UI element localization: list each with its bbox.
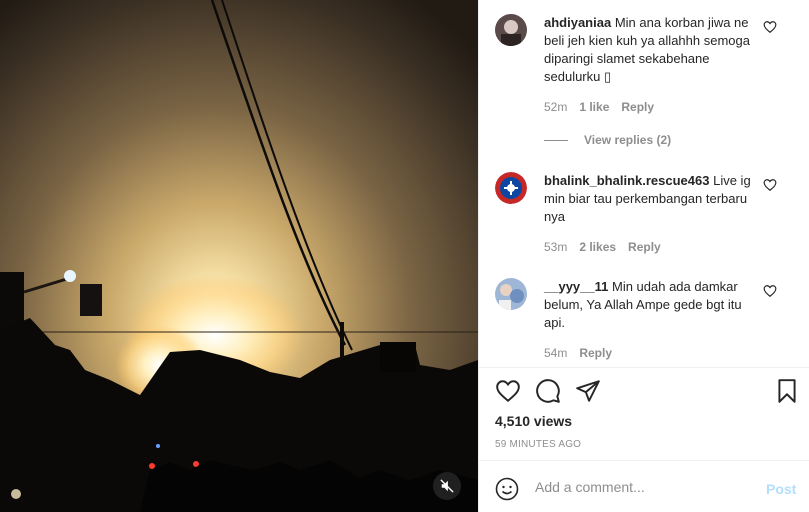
- mute-toggle-button[interactable]: [433, 472, 461, 500]
- speaker-muted-icon: [440, 479, 454, 493]
- comment-likes[interactable]: 1 like: [579, 100, 609, 114]
- emoji-icon[interactable]: [495, 477, 519, 501]
- comment-meta: 52m 1 like Reply: [544, 100, 666, 114]
- view-replies-line: [544, 140, 568, 142]
- add-comment-input[interactable]: [535, 475, 745, 499]
- view-replies-label: View replies (2): [584, 133, 672, 147]
- comment-username[interactable]: ahdiyaniaa: [544, 15, 611, 30]
- comment-like-heart-icon[interactable]: [763, 284, 777, 298]
- reply-button[interactable]: Reply: [628, 240, 661, 254]
- share-icon[interactable]: [575, 378, 601, 404]
- comment-item: __yyy__11 Min udah ada damkar belum, Ya …: [495, 278, 795, 367]
- comment-time[interactable]: 54m: [544, 346, 567, 360]
- view-count[interactable]: 4,510 views: [495, 413, 572, 429]
- avatar[interactable]: [495, 172, 527, 204]
- comments-list[interactable]: ahdiyaniaa Min ana korban jiwa ne beli j…: [479, 0, 809, 367]
- post-actions: 4,510 views 59 MINUTES AGO: [479, 367, 809, 460]
- comment-username[interactable]: bhalink_bhalink.rescue463: [544, 173, 709, 188]
- video-frame-fire-scene: [0, 0, 478, 512]
- avatar[interactable]: [495, 278, 527, 310]
- comment-text-block: bhalink_bhalink.rescue463 Live ig min bi…: [544, 172, 764, 226]
- reply-button[interactable]: Reply: [621, 100, 654, 114]
- view-replies-button[interactable]: View replies (2): [544, 133, 671, 147]
- comment-likes[interactable]: 2 likes: [579, 240, 616, 254]
- avatar[interactable]: [495, 14, 527, 46]
- post-video[interactable]: [0, 0, 478, 512]
- comments-panel: ahdiyaniaa Min ana korban jiwa ne beli j…: [478, 0, 809, 512]
- comment-meta: 53m 2 likes Reply: [544, 240, 673, 254]
- instagram-post-modal: ahdiyaniaa Min ana korban jiwa ne beli j…: [0, 0, 809, 512]
- comment-time[interactable]: 53m: [544, 240, 567, 254]
- comment-item: bhalink_bhalink.rescue463 Live ig min bi…: [495, 172, 795, 262]
- reply-button[interactable]: Reply: [579, 346, 612, 360]
- post-button[interactable]: Post: [766, 481, 796, 497]
- comment-meta: 54m Reply: [544, 346, 624, 360]
- comment-like-heart-icon[interactable]: [763, 20, 777, 34]
- comment-like-heart-icon[interactable]: [763, 178, 777, 192]
- comment-text-block: ahdiyaniaa Min ana korban jiwa ne beli j…: [544, 14, 764, 86]
- comment-username[interactable]: __yyy__11: [544, 279, 608, 294]
- comment-text-block: __yyy__11 Min udah ada damkar belum, Ya …: [544, 278, 764, 332]
- add-comment-bar: Post: [479, 460, 809, 512]
- comment-icon[interactable]: [535, 378, 561, 404]
- bookmark-icon[interactable]: [774, 378, 800, 404]
- comment-time[interactable]: 52m: [544, 100, 567, 114]
- post-time[interactable]: 59 MINUTES AGO: [495, 439, 581, 450]
- heart-icon[interactable]: [495, 378, 521, 404]
